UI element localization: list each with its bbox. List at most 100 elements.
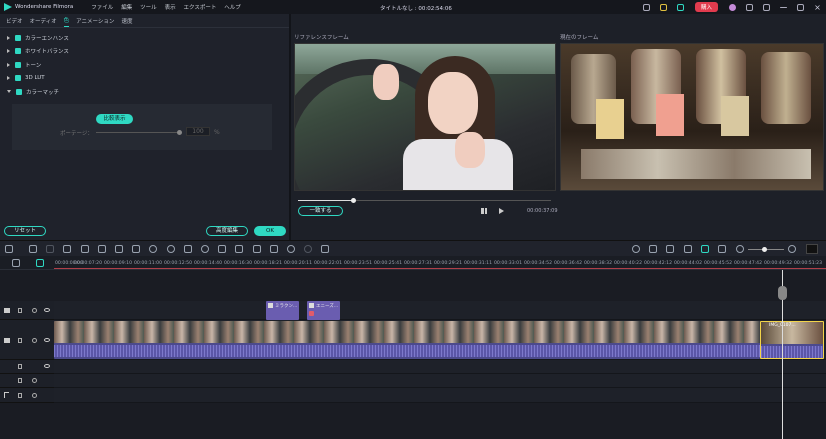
restore-icon[interactable] — [797, 3, 804, 11]
redo-icon[interactable] — [46, 245, 54, 253]
lock-icon[interactable] — [18, 338, 22, 343]
timer-icon[interactable] — [201, 245, 209, 253]
play-icon[interactable] — [499, 208, 504, 214]
reset-button[interactable]: リセット — [4, 226, 46, 236]
mic-icon[interactable] — [666, 245, 674, 253]
color-icon[interactable] — [167, 245, 175, 253]
prop-color-enhance[interactable]: カラーエンハンス — [0, 31, 289, 45]
undo-icon[interactable] — [29, 245, 37, 253]
selected-video-clip[interactable]: IMG_0107... — [760, 321, 824, 359]
compare-button[interactable]: 比較表示 — [96, 114, 133, 124]
reference-frame-label: リファレンスフレーム — [294, 35, 349, 41]
prop-tone[interactable]: トーン — [0, 58, 289, 72]
current-frame-image[interactable] — [560, 43, 824, 191]
lock-icon[interactable] — [18, 364, 22, 369]
checkbox-icon[interactable] — [15, 34, 21, 41]
split-icon[interactable] — [321, 245, 329, 253]
advanced-edit-button[interactable]: 高度編集 — [206, 226, 248, 236]
tag-icon[interactable] — [98, 245, 106, 253]
text-icon[interactable] — [132, 245, 140, 253]
panel-toggle-icon[interactable] — [806, 244, 818, 254]
color-match-panel: 比較表示 ポーテージ： 100 % — [12, 104, 272, 150]
menu-tools[interactable]: ツール — [140, 5, 157, 11]
motion-icon[interactable] — [304, 245, 312, 253]
menu-edit[interactable]: 編集 — [121, 5, 132, 11]
lock-icon[interactable] — [18, 378, 22, 383]
speaker-icon[interactable] — [32, 393, 37, 398]
cut-icon[interactable] — [81, 245, 89, 253]
slider-handle[interactable] — [177, 130, 182, 135]
prop-3d-lut[interactable]: 3D LUT — [0, 72, 289, 86]
checkbox-icon[interactable] — [15, 75, 21, 82]
download-icon[interactable] — [763, 3, 770, 11]
cloud-icon[interactable] — [642, 3, 650, 11]
magnet-icon[interactable] — [36, 259, 44, 267]
avatar[interactable] — [729, 3, 736, 11]
match-button[interactable]: 一致する — [298, 206, 343, 216]
checkbox-icon[interactable] — [15, 61, 21, 68]
zoom-in-icon[interactable] — [788, 245, 796, 253]
fullscreen-icon[interactable] — [218, 245, 226, 253]
speaker-icon[interactable] — [32, 378, 37, 383]
empty-lane[interactable] — [54, 374, 826, 388]
reference-frame-image[interactable] — [294, 43, 556, 191]
percentage-slider[interactable] — [96, 132, 180, 133]
menu-help[interactable]: ヘルプ — [224, 5, 241, 11]
close-icon[interactable]: × — [814, 3, 821, 11]
add-track-icon[interactable] — [12, 259, 20, 267]
mail-icon[interactable] — [746, 3, 753, 11]
checkbox-icon[interactable] — [15, 48, 21, 55]
title-clip[interactable]: エニーズ... — [307, 301, 340, 320]
tab-audio[interactable]: オーディオ — [30, 15, 57, 27]
speaker-icon[interactable] — [32, 308, 37, 313]
speaker-icon[interactable] — [32, 338, 37, 343]
minimize-icon[interactable] — [780, 6, 787, 8]
menu-file[interactable]: ファイル — [91, 5, 113, 11]
menu-export[interactable]: エクスポート — [184, 5, 217, 11]
ok-button[interactable]: OK — [254, 226, 286, 236]
adjust-icon[interactable] — [253, 245, 261, 253]
eye-icon[interactable] — [44, 338, 50, 342]
preview-progress-handle[interactable] — [351, 198, 356, 203]
empty-lane[interactable] — [54, 360, 826, 374]
waveform-icon[interactable] — [270, 245, 278, 253]
audio-icon[interactable] — [184, 245, 192, 253]
support-icon[interactable] — [676, 3, 684, 11]
video-clip[interactable] — [54, 321, 760, 359]
track-header-empty2 — [0, 374, 54, 388]
checkbox-icon[interactable] — [16, 88, 22, 95]
buy-button[interactable]: 購入 — [694, 2, 718, 12]
zoom-handle[interactable] — [762, 247, 767, 252]
delete-icon[interactable] — [63, 245, 71, 253]
render-icon[interactable] — [632, 245, 640, 253]
prop-white-balance[interactable]: ホワイトバランス — [0, 45, 289, 59]
speed-icon[interactable] — [149, 245, 157, 253]
crop-icon[interactable] — [115, 245, 123, 253]
eye-icon[interactable] — [44, 308, 50, 312]
link-icon[interactable] — [701, 245, 709, 253]
menu-view[interactable]: 表示 — [165, 5, 176, 11]
tab-animation[interactable]: アニメーション — [76, 15, 114, 27]
tab-video[interactable]: ビデオ — [6, 15, 23, 27]
voiceover-icon[interactable] — [684, 245, 692, 253]
title-clip[interactable]: ミラクン... — [266, 301, 299, 320]
stabilize-icon[interactable] — [287, 245, 295, 253]
tab-speed[interactable]: 速度 — [121, 15, 132, 27]
eye-icon[interactable] — [44, 364, 50, 368]
lock-icon[interactable] — [18, 393, 22, 398]
zoom-out-icon[interactable] — [736, 245, 744, 253]
layout-icon[interactable] — [5, 245, 13, 253]
step-back-icon[interactable] — [481, 208, 487, 214]
music-lane[interactable] — [54, 388, 826, 403]
timeline-ruler[interactable]: 00:00:00:00 00:00:07:20 00:00:09:10 00:0… — [0, 256, 826, 270]
lightbulb-icon[interactable] — [659, 3, 667, 11]
lock-icon[interactable] — [18, 308, 22, 313]
green-screen-icon[interactable] — [235, 245, 243, 253]
tab-color[interactable]: 色 — [63, 14, 70, 27]
title-lane[interactable] — [54, 301, 826, 320]
subtitle-icon[interactable] — [718, 245, 726, 253]
playhead-handle[interactable] — [778, 286, 787, 300]
shield-icon[interactable] — [649, 245, 657, 253]
prop-color-match[interactable]: カラーマッチ — [0, 85, 289, 99]
percentage-input[interactable]: 100 — [186, 127, 210, 136]
